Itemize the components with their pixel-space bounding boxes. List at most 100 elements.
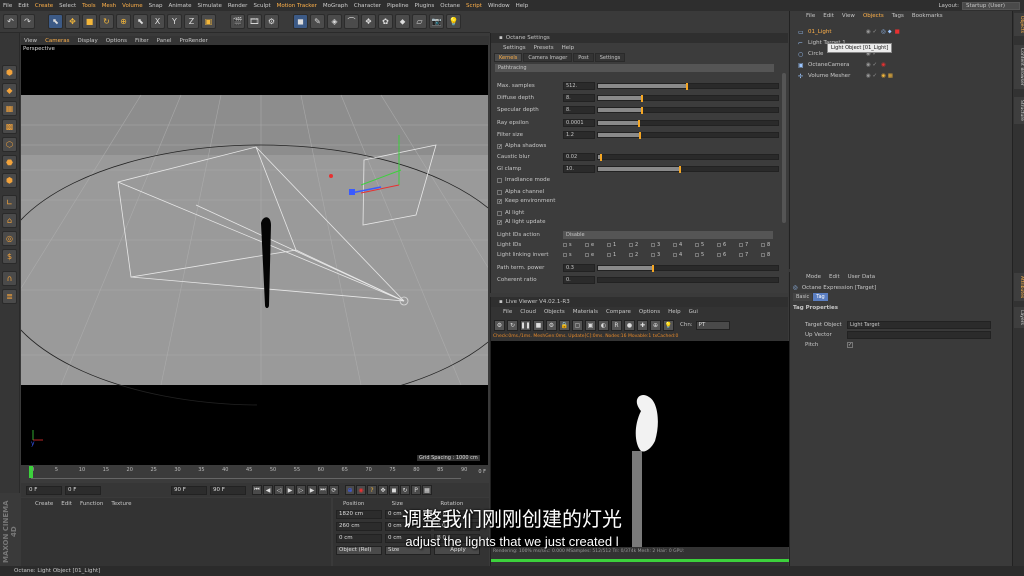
param-max-samples[interactable]: Max. samples 512.	[497, 81, 779, 90]
param-slider[interactable]	[597, 165, 779, 173]
menu-snap[interactable]: Snap	[149, 3, 163, 9]
octane-tag-icon[interactable]: ■	[895, 29, 900, 35]
snap-icon[interactable]: ◎	[2, 231, 17, 246]
perspective-viewport[interactable]: y Perspective Grid Spacing : 1000 cm ✥ ⇕…	[21, 45, 488, 465]
solo-icon[interactable]: $	[2, 249, 17, 264]
render-picture-viewer-icon[interactable]: 🎞	[247, 14, 262, 29]
lv-menu-file[interactable]: File	[503, 309, 512, 315]
axis-mode-icon[interactable]: ∟	[2, 195, 17, 210]
max-frame-field[interactable]: 90 F	[210, 485, 246, 495]
tweak-mode-icon[interactable]: ⌂	[2, 213, 17, 228]
link-2-checkbox[interactable]: 2	[629, 252, 651, 258]
timeline-playhead[interactable]	[29, 466, 33, 478]
link-3-checkbox[interactable]: 3	[651, 252, 673, 258]
render-settings-icon[interactable]: ⚙	[264, 14, 279, 29]
tab-kernels[interactable]: Kernels	[494, 53, 523, 62]
scale-key-icon[interactable]: ◼	[389, 485, 399, 495]
parameter-key-icon[interactable]: P	[411, 485, 421, 495]
axis-y-button[interactable]: Y	[167, 14, 182, 29]
current-frame-field[interactable]: 0 F	[26, 485, 62, 495]
render-view-icon[interactable]: 🎬	[230, 14, 245, 29]
param-value[interactable]: 1.2	[563, 130, 595, 139]
menu-mesh[interactable]: Mesh	[102, 3, 116, 9]
param-filter-size[interactable]: Filter size 1.2	[497, 130, 779, 139]
next-frame-icon[interactable]: ▷	[296, 485, 306, 495]
light-id-6-checkbox[interactable]: 6	[717, 242, 739, 248]
param-value[interactable]: 0.0001	[563, 118, 595, 127]
rotate-icon[interactable]: ↻	[99, 14, 114, 29]
material-menu-texture[interactable]: Texture	[111, 501, 131, 507]
cube-icon[interactable]: ◼	[293, 14, 308, 29]
link-5-checkbox[interactable]: 5	[695, 252, 717, 258]
model-mode-icon[interactable]: ◆	[2, 83, 17, 98]
pick-icon[interactable]: ✚	[637, 319, 648, 331]
next-key-icon[interactable]: ▶	[307, 485, 317, 495]
object-name[interactable]: OctaneCamera	[808, 62, 856, 68]
settings-scrollbar[interactable]	[782, 73, 786, 223]
tab-settings[interactable]: Settings	[594, 53, 626, 62]
edges-mode-icon[interactable]: ⬣	[2, 155, 17, 170]
menu-character[interactable]: Character	[354, 3, 381, 9]
light-id-7-checkbox[interactable]: 7	[739, 242, 761, 248]
object-row-01-light[interactable]: ▭ 01_Light ◉ ✓ ◎ ⬥ ■	[798, 27, 1008, 37]
pointer-icon[interactable]: ⬉	[133, 14, 148, 29]
object-name[interactable]: 01_Light	[808, 29, 856, 35]
tab-tag[interactable]: Tag	[813, 293, 828, 301]
keyframe-selection-icon[interactable]: ?	[367, 485, 377, 495]
tab-objects-vertical[interactable]: Objects	[1014, 13, 1024, 37]
pen-icon[interactable]: ✎	[310, 14, 325, 29]
param-path-term-power[interactable]: Path term. power 0.3	[497, 263, 779, 272]
param-gi-clamp[interactable]: GI clamp 10.	[497, 164, 779, 173]
menu-plugins[interactable]: Plugins	[415, 3, 435, 9]
ai-light-update-checkbox[interactable]: ✓ AI light update	[497, 218, 545, 226]
param-specular-depth[interactable]: Specular depth 8.	[497, 105, 779, 114]
am-menu-mode[interactable]: Mode	[806, 274, 821, 280]
menu-pipeline[interactable]: Pipeline	[387, 3, 409, 9]
play-icon[interactable]: ▶	[285, 485, 295, 495]
menu-motion-tracker[interactable]: Motion Tracker	[277, 3, 317, 9]
viewport-menu-panel[interactable]: Panel	[157, 38, 172, 44]
undo-icon[interactable]: ↶	[3, 14, 18, 29]
tab-attributes-vertical[interactable]: Attributes	[1014, 273, 1024, 302]
light-id-1-checkbox[interactable]: 1	[607, 242, 629, 248]
lv-menu-gui[interactable]: Gui	[689, 309, 698, 315]
goto-start-icon[interactable]: ⏮	[252, 485, 262, 495]
light-bulb-icon[interactable]: 💡	[663, 319, 674, 331]
menu-help[interactable]: Help	[516, 3, 529, 9]
menu-sculpt[interactable]: Sculpt	[253, 3, 270, 9]
alpha-shadows-checkbox[interactable]: ✓ Alpha shadows	[497, 142, 546, 150]
polygons-mode-icon[interactable]: ⬢	[2, 173, 17, 188]
param-slider[interactable]	[597, 153, 779, 161]
target-object-link-field[interactable]: Light Target	[847, 320, 991, 329]
param-coherent-ratio[interactable]: Coherent ratio 0.	[497, 275, 779, 284]
param-value[interactable]: 10.	[563, 164, 595, 173]
tab-layers-vertical[interactable]: Layers	[1014, 307, 1024, 328]
material-menu-create[interactable]: Create	[35, 501, 53, 507]
kernel-dropdown[interactable]: Pathtracing	[495, 64, 774, 72]
move-icon[interactable]: ✥	[65, 14, 80, 29]
material-menu-function[interactable]: Function	[80, 501, 103, 507]
rotation-key-icon[interactable]: ↻	[400, 485, 410, 495]
param-slider[interactable]	[597, 131, 779, 139]
camera-icon[interactable]: 📷	[429, 14, 444, 29]
ai-light-checkbox[interactable]: AI light	[497, 209, 524, 217]
make-editable-icon[interactable]: ⬢	[2, 65, 17, 80]
material-tag-icon[interactable]: ◉ ▦	[881, 73, 893, 79]
clay-mode-icon[interactable]: ◐	[598, 319, 609, 331]
prev-frame-icon[interactable]: ◁	[274, 485, 284, 495]
param-value[interactable]: 0.02	[563, 152, 595, 161]
param-value[interactable]: 0.	[563, 275, 595, 284]
generator-icon[interactable]: ❖	[361, 14, 376, 29]
menu-script[interactable]: Script	[466, 3, 482, 9]
viewport-menu-options[interactable]: Options	[106, 38, 127, 44]
viewport-menu-display[interactable]: Display	[78, 38, 98, 44]
menu-tools[interactable]: Tools	[82, 3, 96, 9]
magnet-icon[interactable]: ∩	[2, 271, 17, 286]
irradiance-mode-checkbox[interactable]: Irradiance mode	[497, 176, 550, 184]
param-ray-epsilon[interactable]: Ray epsilon 0.0001	[497, 118, 779, 127]
viewport-menu-prorender[interactable]: ProRender	[180, 38, 208, 44]
light-id-5-checkbox[interactable]: 5	[695, 242, 717, 248]
settings-gear-icon[interactable]: ⚙	[546, 319, 557, 331]
menu-animate[interactable]: Animate	[168, 3, 191, 9]
viewport-menu-cameras[interactable]: Cameras	[45, 38, 69, 44]
